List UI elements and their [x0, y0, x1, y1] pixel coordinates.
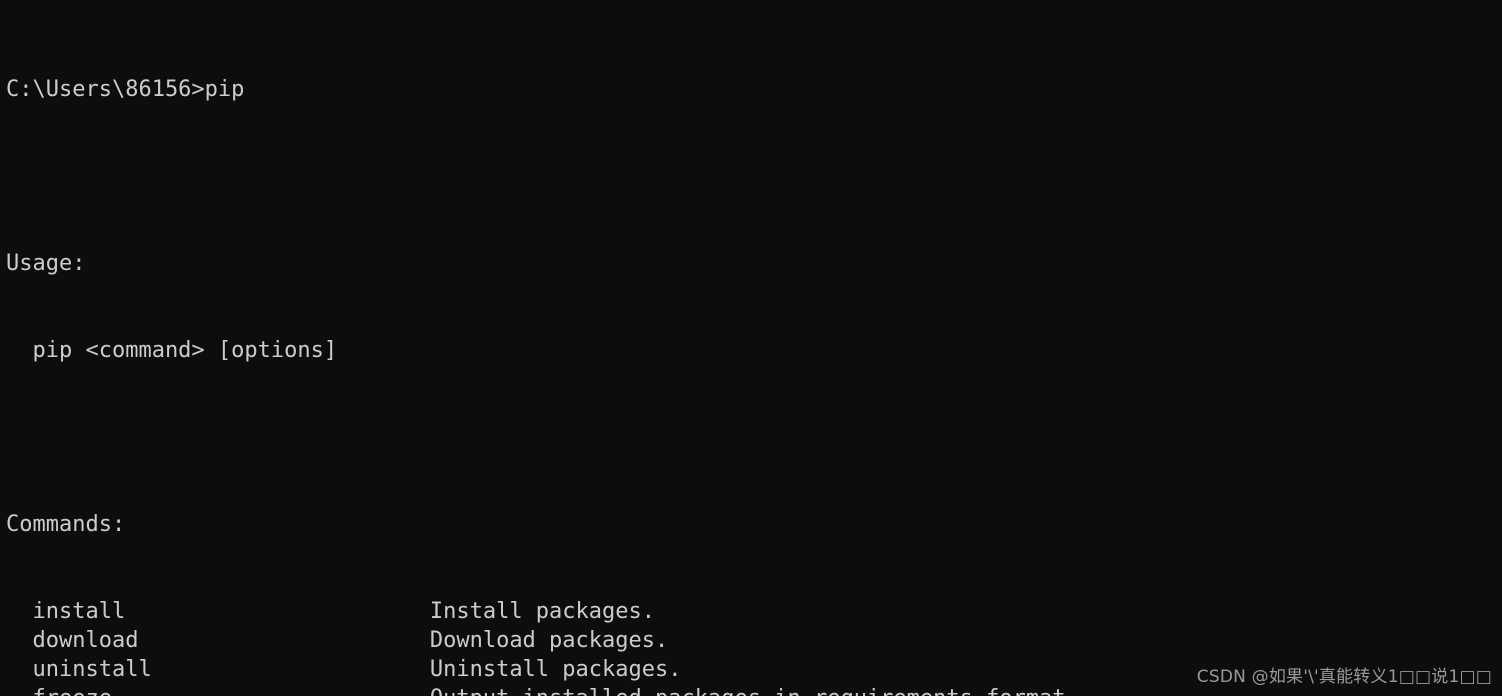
command-description: Output installed packages in requirement…: [430, 684, 1079, 696]
command-description: Uninstall packages.: [429, 657, 682, 682]
command-row: uninstall Uninstall packages.: [6, 655, 1158, 684]
command-name: uninstall: [6, 657, 430, 682]
command-row: download Download packages.: [6, 626, 1158, 655]
commands-heading: Commands:: [6, 512, 126, 537]
usage-line: pip <command> [options]: [6, 338, 338, 363]
command-name: freeze: [6, 684, 430, 696]
command-row: install Install packages.: [6, 597, 1158, 626]
console-output: C:\Users\86156>pip Usage: pip <command> …: [6, 17, 1158, 696]
csdn-watermark: CSDN @如果'\'真能转义1□□说1□□: [1196, 667, 1492, 687]
command-name: download: [6, 628, 430, 653]
command-name: install: [6, 599, 430, 624]
command-description: Download packages.: [429, 628, 669, 653]
terminal-window: C:\Users\86156>pip Usage: pip <command> …: [0, 0, 1502, 696]
command-list: install Install packages. download Downl…: [6, 597, 1158, 696]
command-description: Install packages.: [429, 599, 656, 624]
command-row: freeze Output installed packages in requ…: [6, 684, 1158, 696]
prompt-line: C:\Users\86156>pip: [6, 77, 245, 102]
usage-heading: Usage:: [6, 251, 86, 276]
